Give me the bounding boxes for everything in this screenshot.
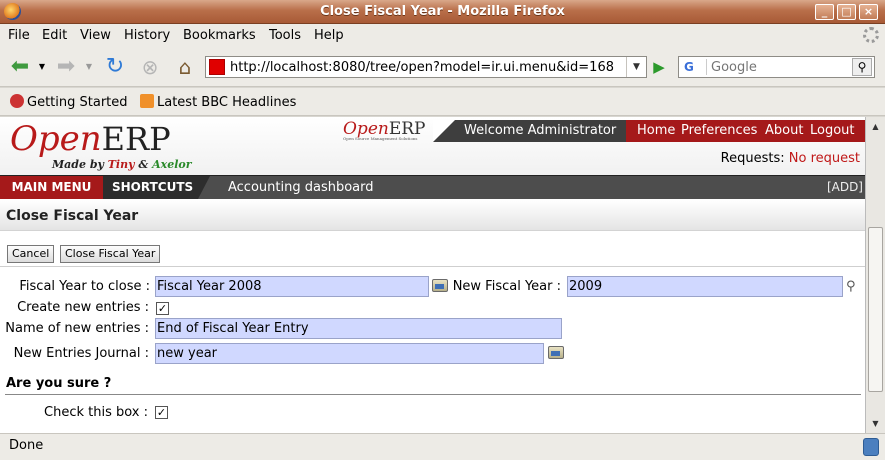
maximize-button[interactable]: □ [837, 4, 856, 20]
back-history-icon[interactable]: ▼ [36, 55, 48, 79]
menu-tools[interactable]: Tools [269, 28, 301, 43]
logo-erp-text: ERP [101, 120, 171, 158]
scroll-up-icon[interactable]: ▲ [868, 119, 883, 134]
name-of-new-entries-field[interactable]: End of Fiscal Year Entry [155, 318, 562, 339]
open-journal-folder-icon[interactable] [548, 346, 564, 359]
fiscal-year-to-close-label: Fiscal Year to close : [19, 279, 150, 294]
home-icon[interactable]: ⌂ [171, 55, 199, 79]
erp-header: OpenERP Made by Tiny & Axelor OpenERP Op… [0, 117, 865, 175]
shortcuts-button[interactable]: SHORTCUTS [103, 176, 210, 199]
logo-open-text: Open [10, 119, 102, 159]
page-content: OpenERP Made by Tiny & Axelor OpenERP Op… [0, 117, 865, 433]
search-input[interactable] [711, 58, 846, 76]
main-menu-button[interactable]: MAIN MENU [0, 176, 103, 199]
url-history-dropdown[interactable]: ▼ [626, 57, 646, 77]
logo-amp: & [134, 158, 153, 171]
bookmark-getting-started[interactable]: Getting Started [10, 94, 128, 110]
scroll-thumb[interactable] [868, 227, 883, 392]
page-title: Close Fiscal Year [6, 208, 139, 224]
name-of-new-entries-label: Name of new entries : [5, 321, 149, 336]
top-links: Home Preferences About Logout [626, 120, 865, 142]
window-title: Close Fiscal Year - Mozilla Firefox [320, 4, 565, 19]
cancel-button[interactable]: Cancel [7, 245, 55, 263]
form-toolbar: Cancel Close Fiscal Year [0, 235, 865, 267]
menu-bookmarks[interactable]: Bookmarks [183, 28, 256, 43]
page-title-bar: Close Fiscal Year [0, 200, 865, 231]
stop-icon[interactable]: ⊗ [136, 55, 164, 79]
logo-tiny: Tiny [107, 158, 135, 171]
bookmarks-toolbar: Getting Started Latest BBC Headlines [0, 88, 885, 116]
requests-label: Requests: [720, 151, 785, 166]
shortcut-accounting-dashboard[interactable]: Accounting dashboard [228, 176, 374, 199]
vertical-scrollbar[interactable]: ▲ ▼ [865, 117, 885, 433]
search-bar[interactable]: G ⚲ [678, 56, 875, 78]
welcome-text: Welcome Administrator [433, 120, 626, 142]
close-button[interactable]: × [859, 4, 878, 20]
menu-view[interactable]: View [80, 28, 111, 43]
reload-icon[interactable]: ↻ [101, 55, 129, 79]
bookmark-label: Getting Started [27, 95, 128, 110]
search-record-icon[interactable]: ⚲ [846, 279, 862, 295]
navigation-toolbar: ⬅ ▼ ➡ ▼ ↻ ⊗ ⌂ ▼ ▶ G ⚲ [0, 47, 885, 87]
section-title-are-you-sure: Are you sure ? [6, 376, 112, 391]
link-logout[interactable]: Logout [810, 120, 855, 142]
requests-link[interactable]: No request [789, 151, 860, 166]
go-icon[interactable]: ▶ [648, 56, 670, 78]
link-preferences[interactable]: Preferences [681, 120, 757, 142]
window-titlebar: Close Fiscal Year - Mozilla Firefox _ □ … [0, 0, 885, 24]
forward-icon[interactable]: ➡ [52, 55, 80, 79]
menu-history[interactable]: History [124, 28, 170, 43]
open-record-folder-icon[interactable] [432, 279, 448, 292]
minimize-button[interactable]: _ [815, 4, 834, 20]
scroll-down-icon[interactable]: ▼ [868, 416, 883, 431]
mini-logo-tagline: Open Source Management Solutions [343, 136, 418, 141]
create-new-entries-label: Create new entries : [17, 300, 149, 315]
status-bar: Done [0, 433, 885, 460]
back-icon[interactable]: ⬅ [6, 55, 34, 79]
check-this-box-label: Check this box : [44, 405, 148, 420]
bookmark-label: Latest BBC Headlines [157, 95, 297, 110]
url-input[interactable] [230, 58, 625, 76]
new-entries-journal-label: New Entries Journal : [13, 346, 149, 361]
link-about[interactable]: About [765, 120, 803, 142]
create-new-entries-checkbox[interactable]: ✓ [156, 302, 169, 315]
rss-icon [140, 94, 154, 108]
requests-status: Requests: No request [721, 151, 860, 166]
menu-edit[interactable]: Edit [42, 28, 67, 43]
menubar: File Edit View History Bookmarks Tools H… [0, 24, 885, 47]
new-fiscal-year-label: New Fiscal Year : [452, 279, 561, 294]
forward-history-icon[interactable]: ▼ [83, 55, 95, 79]
erp-menu-bar: MAIN MENU SHORTCUTS Accounting dashboard… [0, 175, 865, 199]
openerp-logo[interactable]: OpenERP Made by Tiny & Axelor [10, 119, 192, 171]
check-this-box-checkbox[interactable]: ✓ [155, 406, 168, 419]
new-fiscal-year-field[interactable]: 2009 [567, 276, 843, 297]
add-shortcut-link[interactable]: [ADD] [827, 176, 863, 199]
logo-subtitle: Made by Tiny & Axelor [52, 158, 192, 171]
status-text: Done [9, 438, 44, 453]
url-bar[interactable]: ▼ [205, 56, 647, 78]
firefox-bookmark-icon [10, 94, 24, 108]
link-home[interactable]: Home [637, 120, 675, 142]
menu-file[interactable]: File [8, 28, 30, 43]
bookmark-bbc-headlines[interactable]: Latest BBC Headlines [140, 94, 296, 110]
menu-help[interactable]: Help [314, 28, 344, 43]
section-separator [5, 394, 861, 395]
search-engine-icon[interactable]: G [681, 59, 707, 75]
openerp-mini-logo: OpenERP Open Source Management Solutions [343, 119, 426, 141]
throbber-icon [863, 27, 879, 43]
logo-axelor: Axelor [152, 158, 192, 171]
security-shield-icon [863, 438, 879, 456]
close-fiscal-year-button[interactable]: Close Fiscal Year [60, 245, 161, 263]
logo-made-by: Made by [52, 158, 108, 171]
search-icon[interactable]: ⚲ [852, 58, 872, 76]
site-favicon-icon [209, 59, 225, 75]
fiscal-year-to-close-field[interactable]: Fiscal Year 2008 [155, 276, 429, 297]
new-entries-journal-field[interactable]: new year [155, 343, 544, 364]
